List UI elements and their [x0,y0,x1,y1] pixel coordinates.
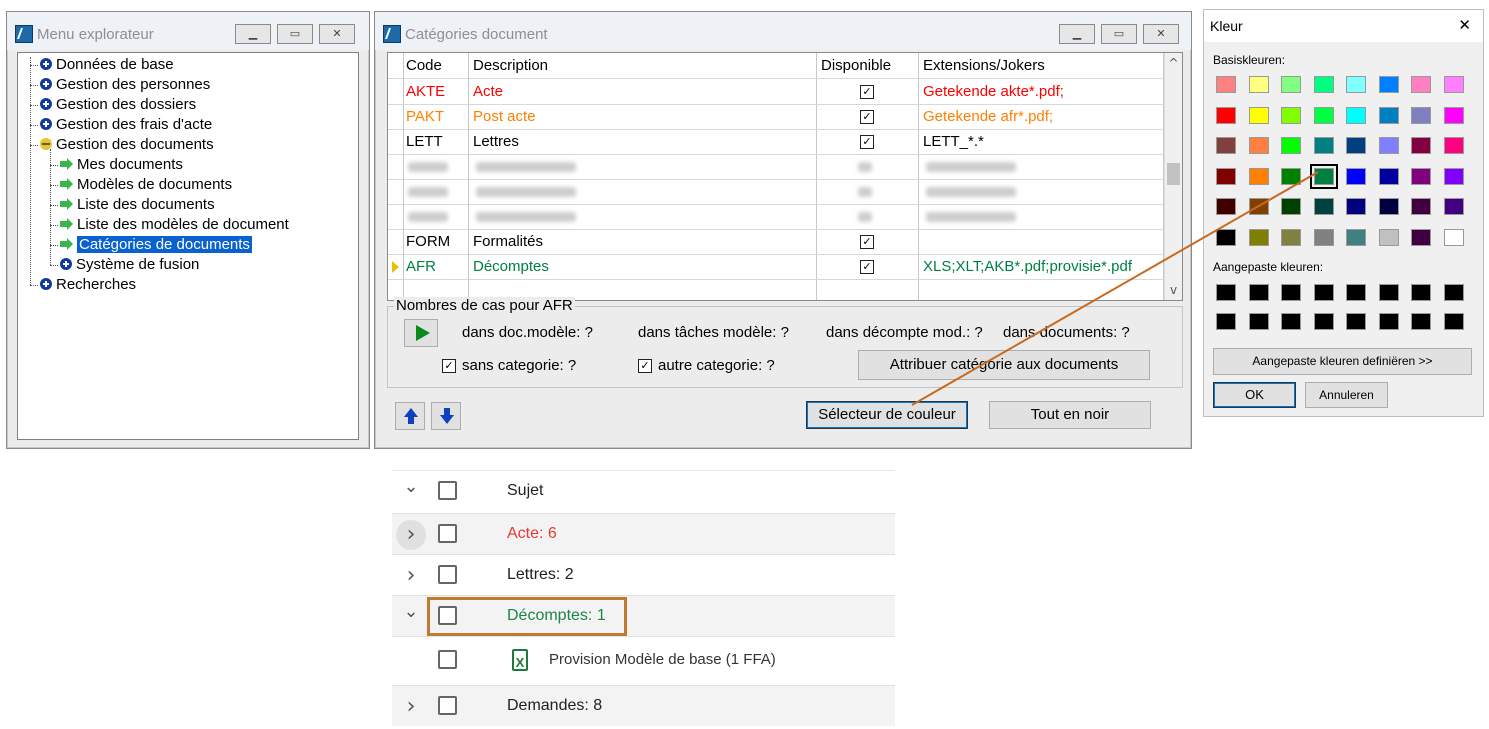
row-checkbox[interactable] [438,650,457,669]
list-row[interactable]: ⌄ Sujet [392,470,895,514]
list-row[interactable]: › Lettres: 2 [392,554,895,596]
excel-file-icon: X [512,649,528,671]
chevron-right-icon[interactable]: › [396,520,426,550]
chevron-right-icon[interactable]: › [402,696,420,718]
list-row[interactable]: › Acte: 6 [392,513,895,555]
row-checkbox[interactable] [438,524,457,543]
list-row[interactable]: X Provision Modèle de base (1 FFA) [392,636,895,686]
list-row-label: Lettres: 2 [507,566,574,583]
list-row-label: Sujet [507,482,544,499]
highlight-box [427,597,627,636]
list-row-label: Provision Modèle de base (1 FFA) [549,651,776,668]
list-row-label: Acte: 6 [507,525,557,542]
list-row-label: Demandes: 8 [507,697,603,714]
row-checkbox[interactable] [438,481,457,500]
chevron-right-icon[interactable]: › [402,565,420,587]
chevron-down-icon[interactable]: ⌄ [402,478,420,496]
row-checkbox[interactable] [438,565,457,584]
row-checkbox[interactable] [438,696,457,715]
chevron-down-icon[interactable]: ⌄ [402,603,420,621]
list-row[interactable]: › Demandes: 8 [392,685,895,726]
